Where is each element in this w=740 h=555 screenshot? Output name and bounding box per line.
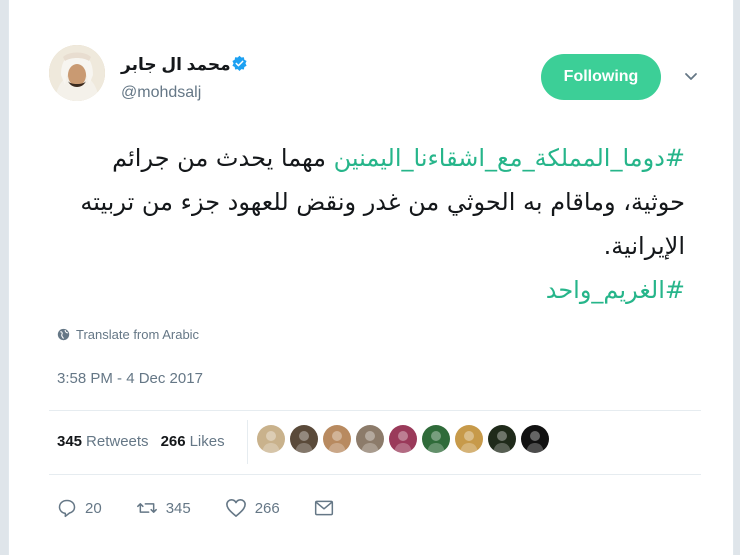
hashtag-link[interactable]: #الغريم_واحد — [546, 276, 685, 304]
tweet-text: #دوما_المملكة_مع_اشقاءنا_اليمنين مهما يح… — [65, 136, 685, 312]
liker-avatar[interactable] — [488, 425, 516, 453]
author-name[interactable]: محمد ال جابر — [121, 55, 231, 75]
following-button[interactable]: Following — [541, 54, 661, 100]
like-button[interactable]: 266 — [225, 498, 280, 518]
reply-button[interactable]: 20 — [57, 498, 102, 518]
divider — [49, 410, 701, 411]
tweet-timestamp[interactable]: 3:58 PM - 4 Dec 2017 — [57, 370, 203, 387]
globe-icon — [57, 328, 70, 341]
direct-message-button[interactable] — [314, 499, 334, 517]
author-handle[interactable]: @mohdsalj — [121, 84, 201, 102]
tweet-card: محمد ال جابر @mohdsalj Following #دوما_ا… — [8, 0, 734, 555]
retweet-count: 345 — [165, 499, 191, 517]
retweets-count: 345 — [57, 433, 83, 450]
translate-link[interactable]: Translate from Arabic — [57, 327, 199, 342]
reply-icon — [58, 499, 76, 518]
divider — [49, 474, 701, 475]
hashtag-link[interactable]: #دوما_المملكة_مع_اشقاءنا_اليمنين — [334, 144, 685, 172]
retweet-icon — [136, 503, 157, 513]
liker-avatar[interactable] — [455, 425, 483, 453]
reply-count: 20 — [85, 499, 102, 517]
tweet-actions: 20 345 266 — [57, 498, 368, 518]
liker-avatar[interactable] — [323, 425, 351, 453]
liker-avatar[interactable] — [389, 425, 417, 453]
stats-divider — [247, 420, 248, 464]
retweets-label: Retweets — [86, 433, 149, 450]
liker-avatar[interactable] — [257, 425, 285, 453]
verified-badge-icon — [232, 55, 247, 72]
avatar[interactable] — [49, 45, 105, 101]
like-count: 266 — [254, 499, 280, 517]
liker-avatar[interactable] — [521, 425, 549, 453]
translate-label: Translate from Arabic — [76, 327, 200, 342]
chevron-down-icon[interactable] — [683, 68, 699, 84]
likers-list — [257, 425, 549, 453]
liker-avatar[interactable] — [422, 425, 450, 453]
liker-avatar[interactable] — [356, 425, 384, 453]
likes-stat[interactable]: 266 Likes — [161, 433, 225, 450]
envelope-icon — [314, 500, 333, 516]
retweet-button[interactable]: 345 — [136, 498, 191, 518]
tweet-stats: 345 Retweets 266 Likes — [57, 433, 225, 450]
likes-count: 266 — [160, 433, 186, 450]
likes-label: Likes — [189, 433, 225, 450]
heart-icon — [225, 499, 246, 517]
following-button-label: Following — [563, 68, 639, 85]
retweets-stat[interactable]: 345 Retweets — [57, 433, 149, 450]
liker-avatar[interactable] — [290, 425, 318, 453]
